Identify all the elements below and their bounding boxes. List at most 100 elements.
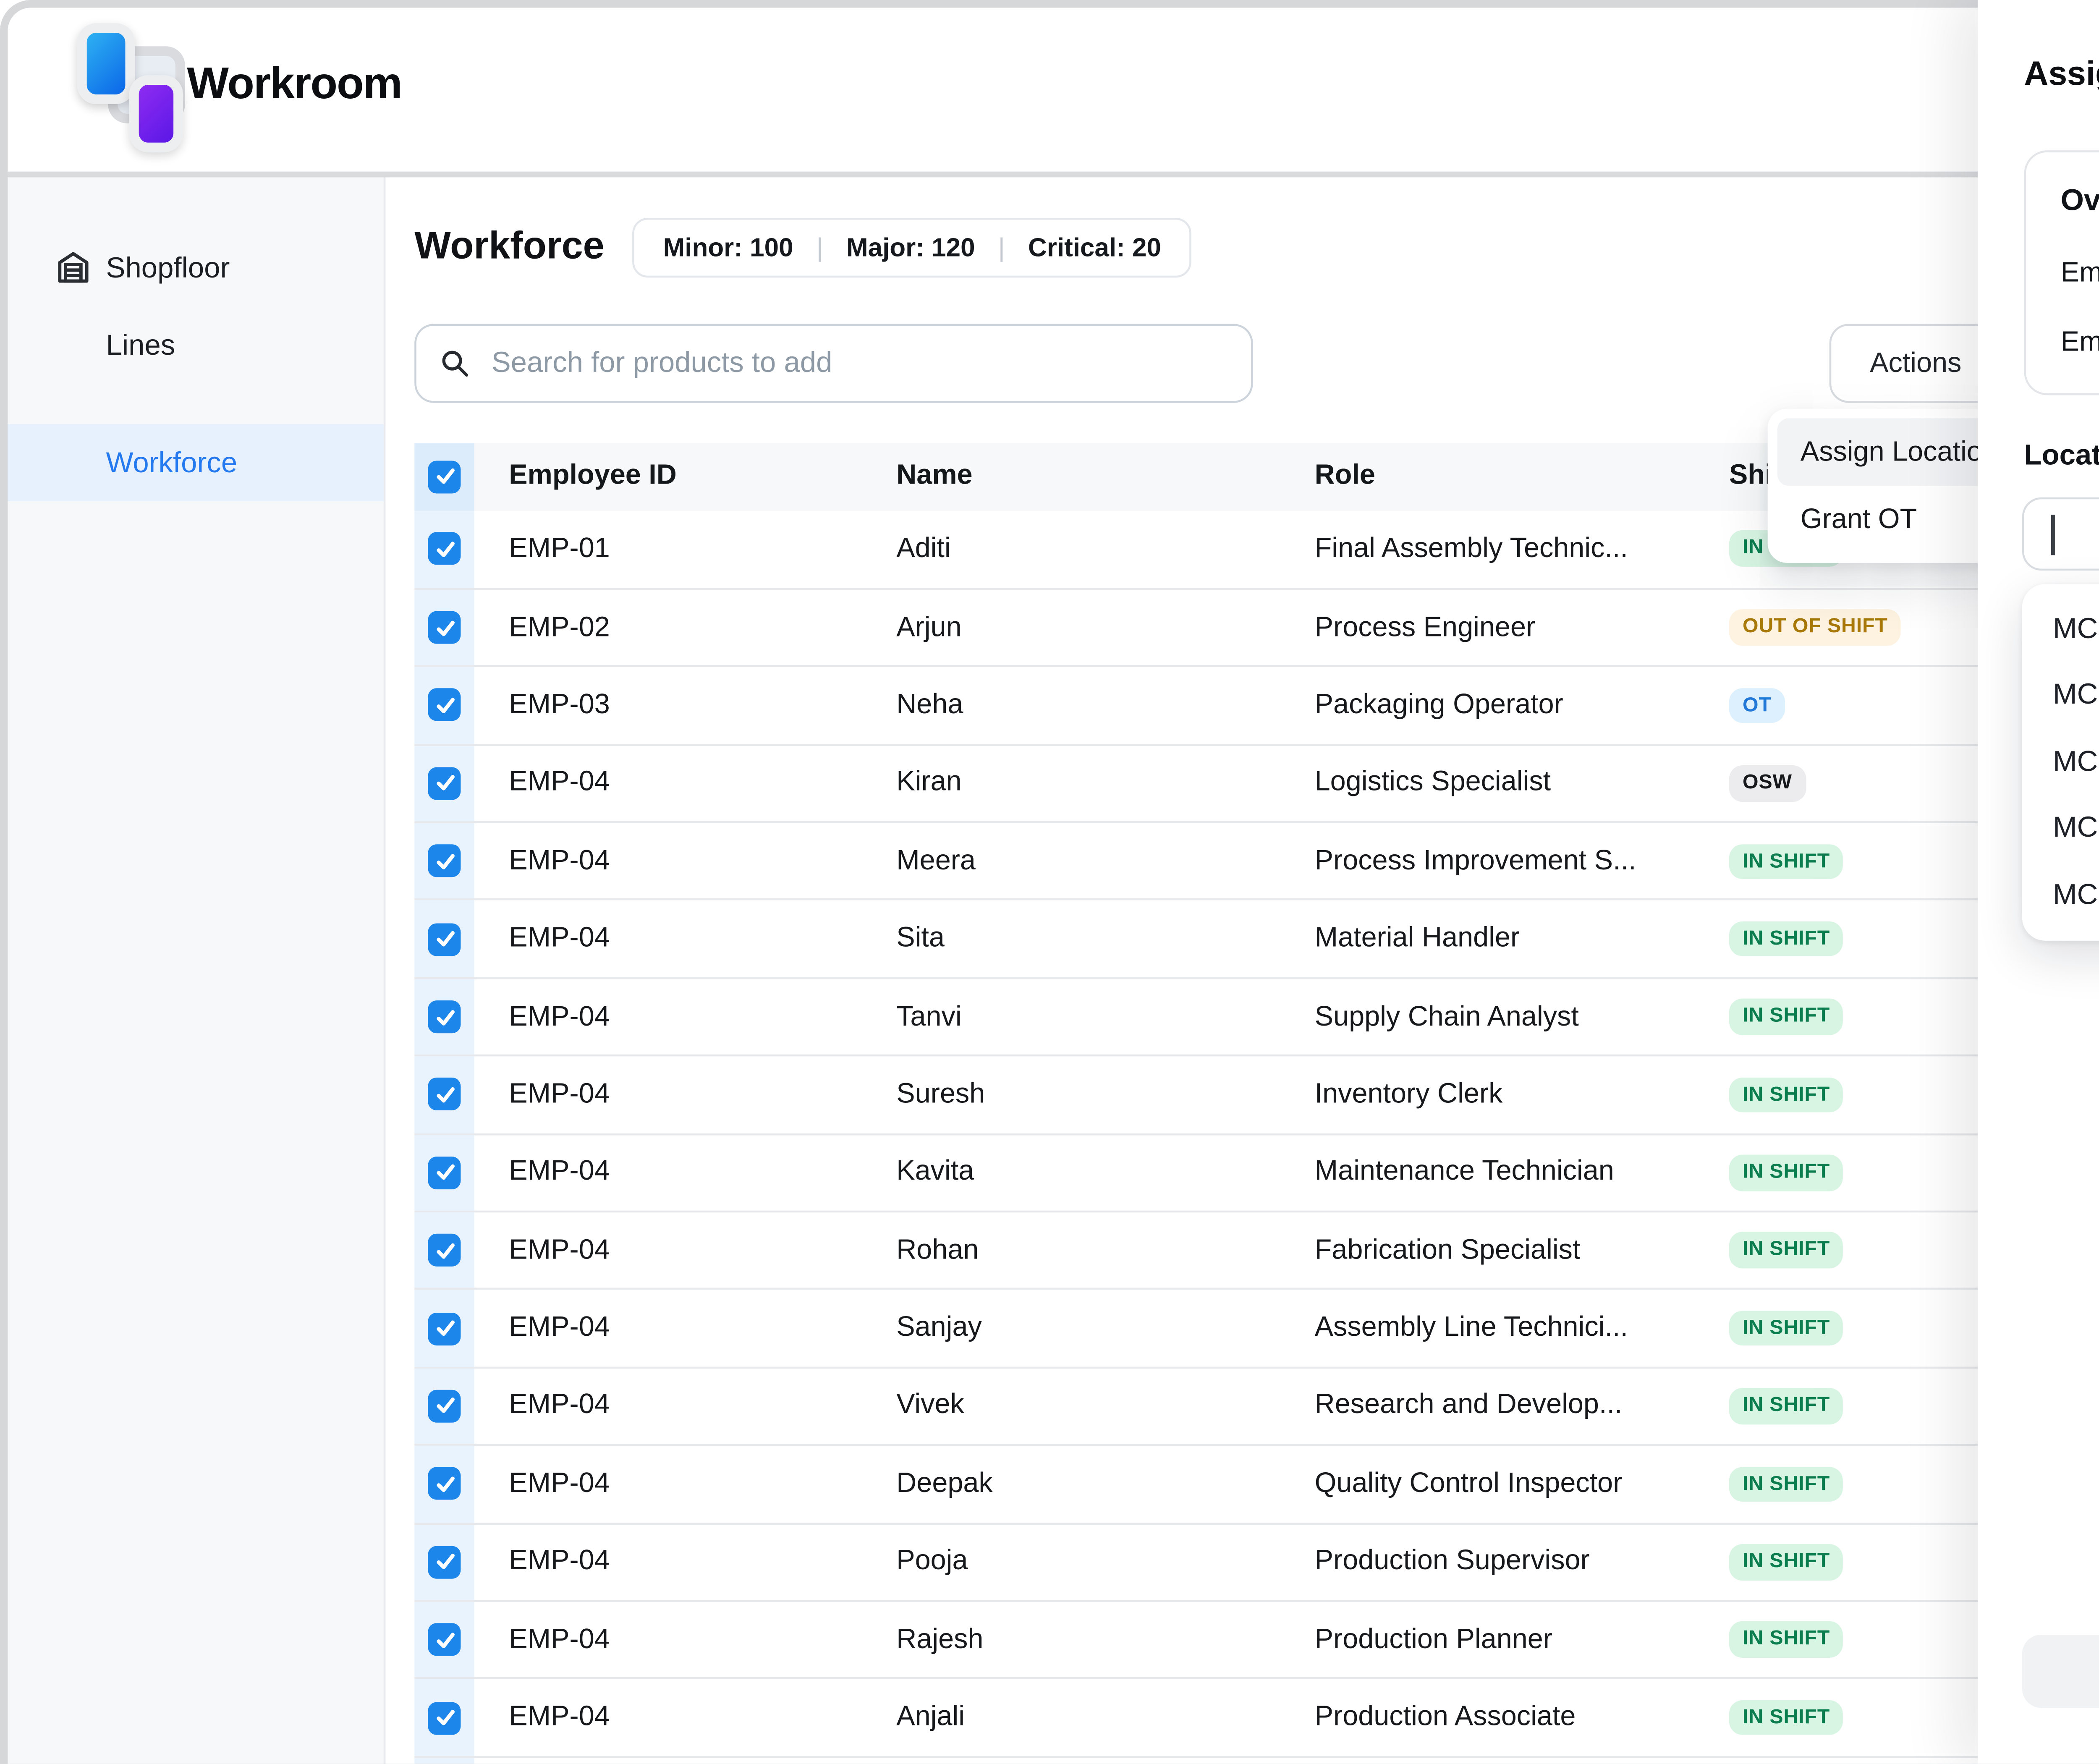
machine-dropdown-list: MCH-01 IDLE Welding Machine Station 2 A1…: [2022, 584, 2099, 940]
location-label: Location: [2024, 440, 2099, 472]
sidebar-item-shopfloor[interactable]: Shopfloor: [0, 229, 384, 306]
severity-stats-pill: Minor: 100 | Major: 120 | Critical: 20: [632, 218, 1192, 277]
table-row-partial: [414, 1756, 2099, 1763]
row-select-cell: [414, 823, 474, 899]
table-row[interactable]: EMP-04 Kavita Maintenance Technician IN …: [414, 1133, 2099, 1210]
machine-id: MCH-01: [2053, 612, 2099, 645]
machine-option-mch-01[interactable]: MCH-01 IDLE Welding Machine Station 2 A1…: [2022, 596, 2099, 662]
table-row[interactable]: EMP-04 Kiran Logistics Specialist OSW: [414, 743, 2099, 821]
logo-blue-chip: [77, 23, 135, 104]
employee-id: EMP-04: [474, 1157, 897, 1188]
row-checkbox[interactable]: [428, 1000, 461, 1033]
check-icon: [433, 1005, 456, 1029]
table-row[interactable]: EMP-04 Anjali Production Associate IN SH…: [414, 1678, 2099, 1756]
machine-option-mch-02[interactable]: MCH-02 RUNNING TurboPress 3000 3 people: [2022, 662, 2099, 728]
row-select-cell: [414, 1290, 474, 1366]
machine-id: MCH-05: [2053, 879, 2099, 911]
employee-role: Inventory Clerk: [1315, 1079, 1729, 1110]
col-header-name[interactable]: Name: [896, 461, 1314, 492]
row-checkbox[interactable]: [428, 611, 461, 644]
header-divider: [0, 172, 2099, 178]
row-checkbox[interactable]: [428, 532, 461, 565]
employee-id: EMP-04: [474, 1702, 897, 1733]
employee-name: Kiran: [896, 768, 1314, 798]
employee-name: Sanjay: [896, 1313, 1314, 1343]
search-box[interactable]: [414, 324, 1253, 403]
shift-status-badge: OSW: [1729, 765, 1806, 801]
row-checkbox[interactable]: [428, 1078, 461, 1111]
employee-name: Meera: [896, 846, 1314, 877]
machine-option-mch-03[interactable]: MCH-03 RUNNING FlexiMatic 200 3 people: [2022, 729, 2099, 795]
row-select-cell: [414, 667, 474, 743]
location-input[interactable]: [2022, 497, 2099, 571]
row-checkbox[interactable]: [428, 1234, 461, 1267]
col-header-role[interactable]: Role: [1315, 461, 1729, 492]
table-row[interactable]: EMP-04 Suresh Inventory Clerk IN SHIFT: [414, 1055, 2099, 1133]
table-row[interactable]: EMP-04 Tanvi Supply Chain Analyst IN SHI…: [414, 977, 2099, 1055]
employee-role: Final Assembly Technic...: [1315, 534, 1729, 564]
save-button[interactable]: Save: [2022, 1635, 2099, 1708]
search-input[interactable]: [488, 345, 1228, 382]
table-row[interactable]: EMP-04 Rajesh Production Planner IN SHIF…: [414, 1600, 2099, 1678]
shift-status-badge: OT: [1729, 688, 1785, 723]
row-checkbox[interactable]: [428, 767, 461, 800]
employee-role: Research and Develop...: [1315, 1391, 1729, 1421]
row-select-cell: [414, 1524, 474, 1600]
field-label: Employee Name: [2061, 328, 2099, 359]
check-icon: [433, 927, 456, 950]
field-label: Employee ID: [2061, 258, 2099, 289]
machine-id: MCH-04: [2053, 812, 2099, 845]
col-header-employee-id[interactable]: Employee ID: [474, 461, 897, 492]
shift-status-badge: IN SHIFT: [1729, 1700, 1844, 1735]
row-checkbox[interactable]: [428, 689, 461, 722]
row-checkbox[interactable]: [428, 923, 461, 955]
workforce-table: Employee ID Name Role Shift Status EMP-0…: [414, 443, 2099, 1763]
table-row[interactable]: EMP-04 Pooja Production Supervisor IN SH…: [414, 1522, 2099, 1600]
row-checkbox[interactable]: [428, 1468, 461, 1500]
row-checkbox[interactable]: [428, 845, 461, 877]
stat-minor: Minor: 100: [663, 233, 793, 262]
machine-option-mch-04[interactable]: MCH-04 DOWN AutoForge X1: [2022, 795, 2099, 861]
employee-role: Supply Chain Analyst: [1315, 1002, 1729, 1032]
employee-name: Arjun: [896, 612, 1314, 643]
shift-status-badge: IN SHIFT: [1729, 1466, 1844, 1502]
employee-id: EMP-04: [474, 1468, 897, 1499]
shift-status-badge: IN SHIFT: [1729, 999, 1844, 1035]
panel-title: Assign Location: [2024, 54, 2099, 94]
select-all-checkbox[interactable]: [428, 460, 461, 493]
sidebar-item-workforce[interactable]: Workforce: [0, 424, 384, 501]
row-checkbox[interactable]: [428, 1623, 461, 1656]
stat-critical: Critical: 20: [1028, 233, 1161, 262]
check-icon: [433, 1083, 456, 1106]
sidebar-spacer: [0, 384, 384, 424]
table-row[interactable]: EMP-04 Sita Material Handler IN SHIFT: [414, 899, 2099, 977]
sidebar-item-lines[interactable]: Lines: [0, 306, 384, 384]
machine-option-mch-05[interactable]: MCH-05 IDLE PrecisionCut Pro 2 people: [2022, 862, 2099, 928]
row-select-cell: [414, 1212, 474, 1288]
row-select-cell: [414, 1758, 474, 1764]
employee-name: Kavita: [896, 1157, 1314, 1188]
table-row[interactable]: EMP-04 Sanjay Assembly Line Technici... …: [414, 1288, 2099, 1366]
table-row[interactable]: EMP-04 Meera Process Improvement S... IN…: [414, 821, 2099, 899]
table-row[interactable]: EMP-04 Deepak Quality Control Inspector …: [414, 1444, 2099, 1522]
shift-status-badge: IN SHIFT: [1729, 1388, 1844, 1424]
row-checkbox[interactable]: [428, 1546, 461, 1578]
sidebar-item-label: Lines: [106, 329, 175, 361]
row-select-cell: [414, 979, 474, 1055]
row-checkbox[interactable]: [428, 1156, 461, 1189]
page-title: Workforce: [414, 225, 605, 270]
row-checkbox[interactable]: [428, 1390, 461, 1423]
table-row[interactable]: EMP-03 Neha Packaging Operator OT: [414, 665, 2099, 743]
machine-id: MCH-02: [2053, 679, 2099, 712]
shift-status-badge: IN SHIFT: [1729, 1233, 1844, 1268]
shift-status-badge: IN SHIFT: [1729, 921, 1844, 957]
row-checkbox[interactable]: [428, 1701, 461, 1734]
overview-card: Overview Employee ID EMP-01 Employee Nam…: [2024, 150, 2099, 395]
check-icon: [433, 1473, 456, 1496]
table-row[interactable]: EMP-04 Rohan Fabrication Specialist IN S…: [414, 1211, 2099, 1288]
check-icon: [433, 1706, 456, 1729]
row-select-cell: [414, 1602, 474, 1678]
table-row[interactable]: EMP-02 Arjun Process Engineer OUT OF SHI…: [414, 588, 2099, 665]
row-checkbox[interactable]: [428, 1312, 461, 1345]
table-row[interactable]: EMP-04 Vivek Research and Develop... IN …: [414, 1366, 2099, 1444]
